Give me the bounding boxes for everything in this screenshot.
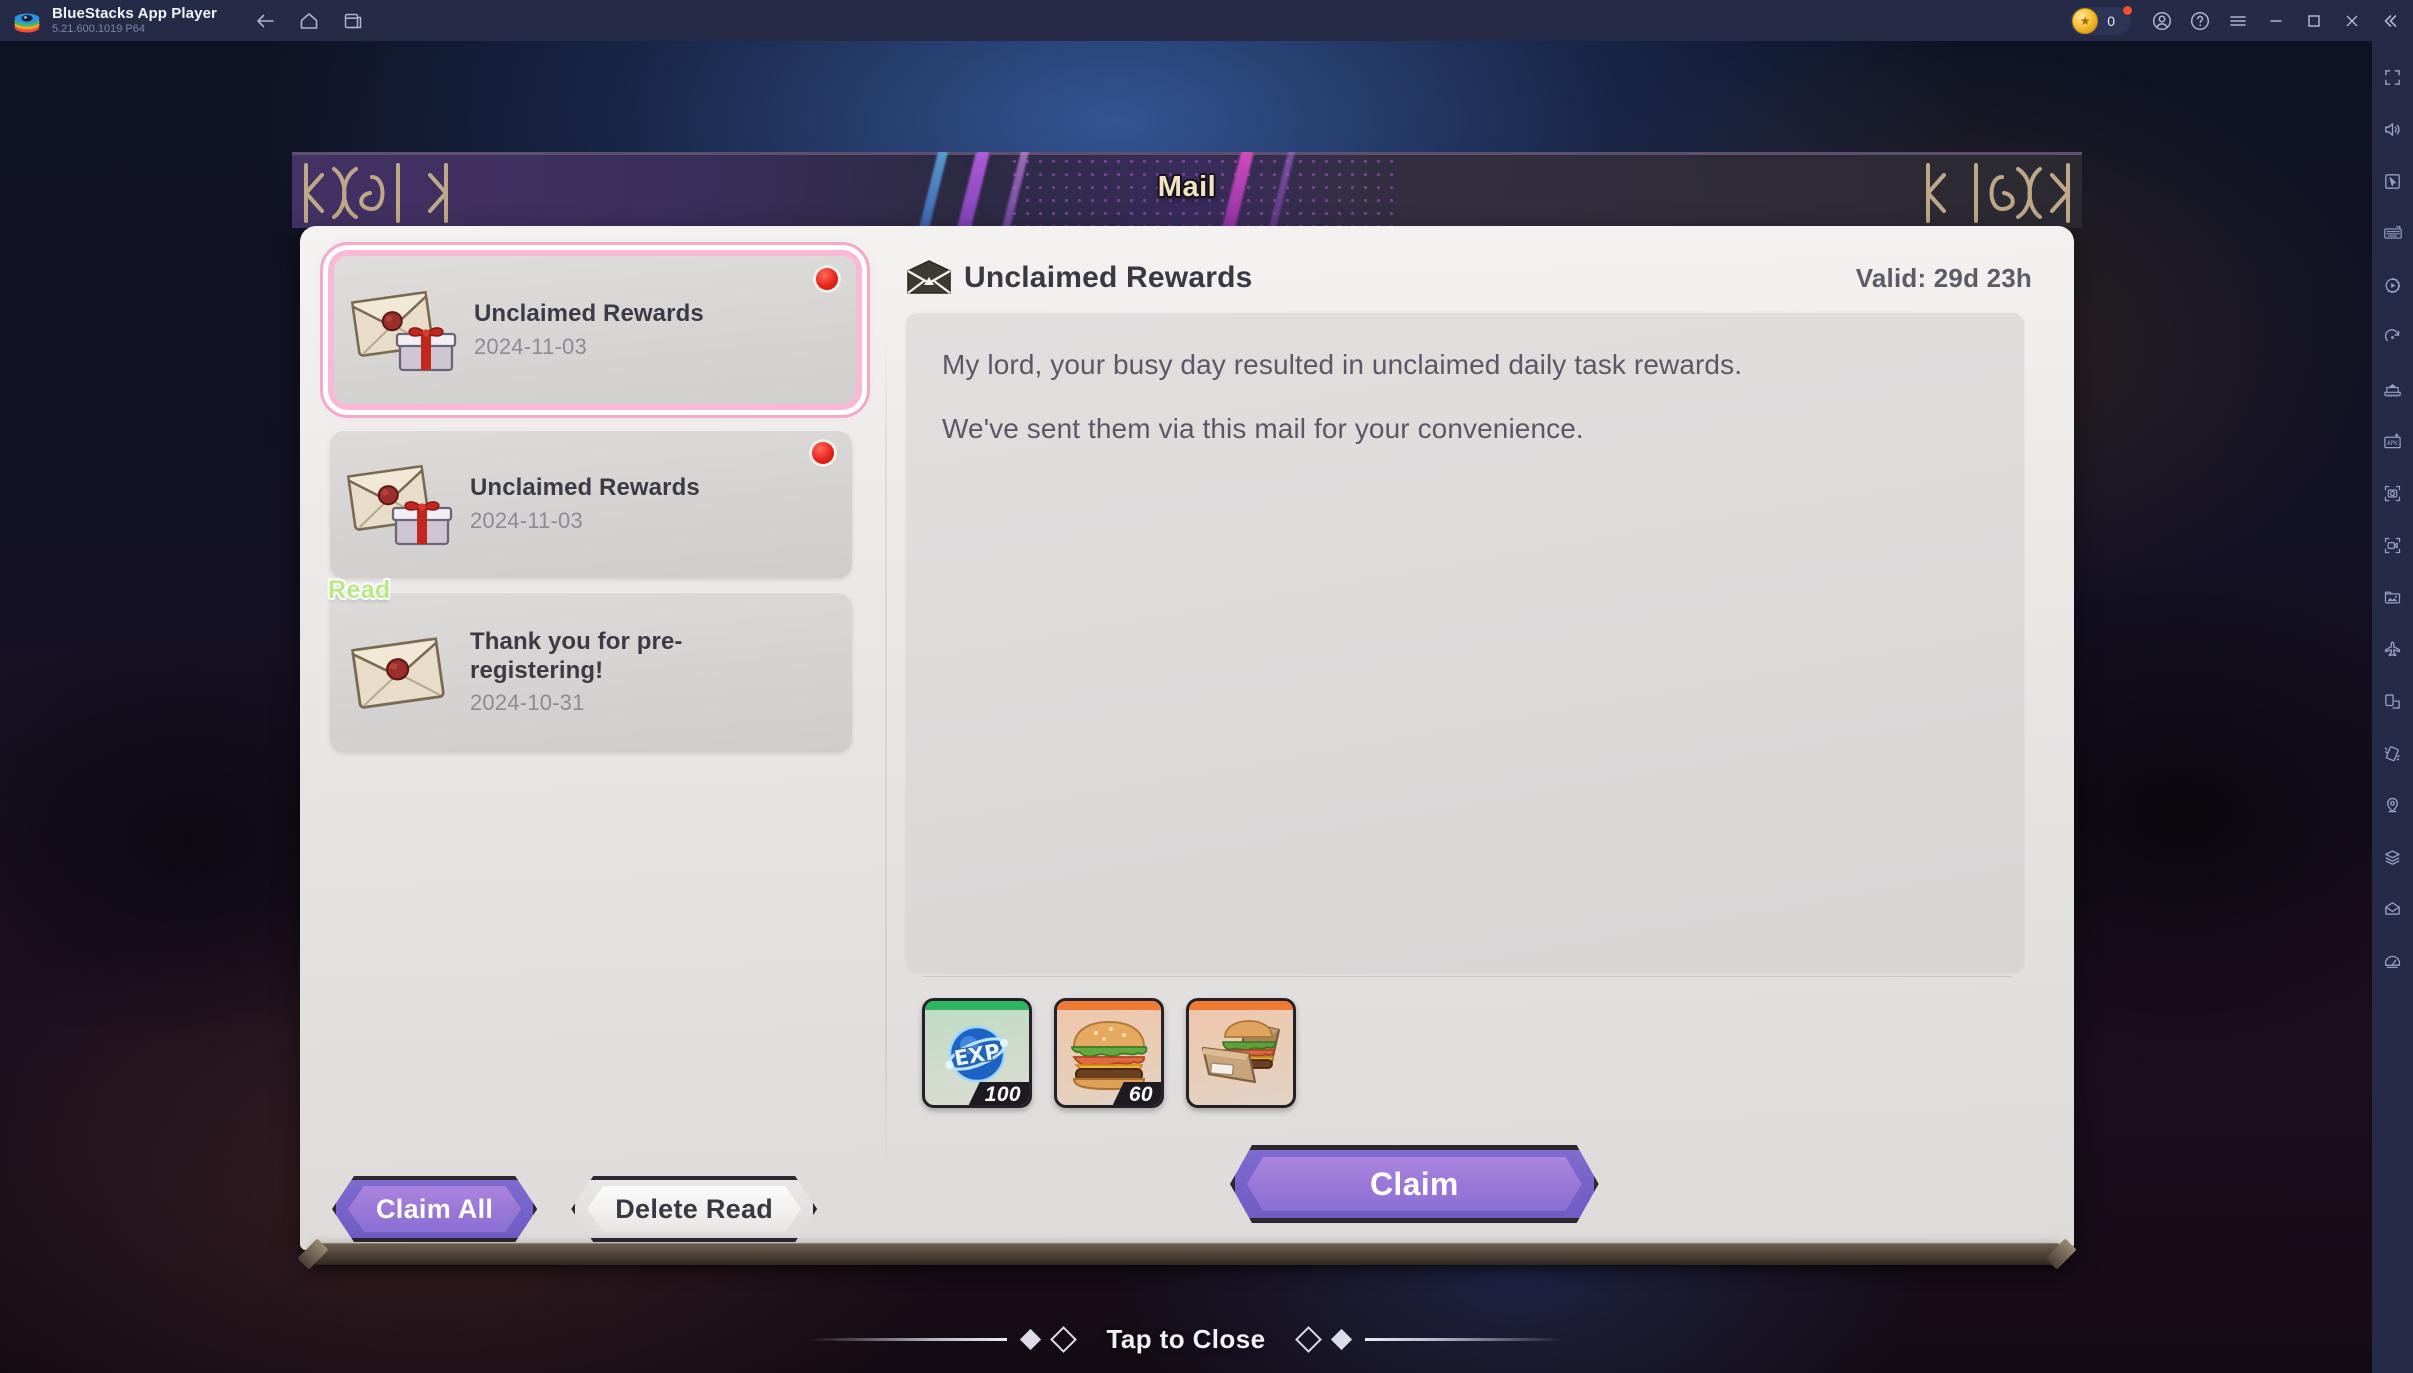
sealed-letter-icon xyxy=(342,618,460,726)
coin-icon: ★ xyxy=(2072,7,2099,34)
claim-button[interactable]: Claim xyxy=(1230,1145,1599,1223)
collapse-sidebar-icon[interactable] xyxy=(2371,0,2409,41)
left-action-buttons: Claim All Delete Read xyxy=(332,1176,817,1242)
screenshot-icon[interactable] xyxy=(2372,467,2413,519)
diamond-icon xyxy=(1019,1328,1041,1350)
mail-body-line: We've sent them via this mail for your c… xyxy=(942,412,1584,444)
eco-mode-icon[interactable] xyxy=(2372,363,2413,415)
titlebar-right-controls: ★ 0 xyxy=(2070,0,2413,41)
close-icon[interactable] xyxy=(2333,0,2371,41)
mail-detail-header: Unclaimed Rewards Valid: 29d 23h xyxy=(900,250,2046,306)
back-button[interactable] xyxy=(247,6,283,36)
dialog-banner: Mail xyxy=(292,152,2082,228)
nav-buttons xyxy=(247,6,371,36)
mail-dialog: Mail Unclaimed Rewards 2024-11-03 Unclai… xyxy=(292,152,2082,1270)
rotate-icon[interactable] xyxy=(2372,311,2413,363)
diamond-icon xyxy=(1331,1328,1353,1350)
app-title-block: BlueStacks App Player 5.21.600.1019 P64 xyxy=(52,6,217,35)
mail-body-text: My lord, your busy day resulted in uncla… xyxy=(906,312,2024,972)
dialog-title: Mail xyxy=(1157,171,1217,203)
dialog-body: Unclaimed Rewards 2024-11-03 Unclaimed R… xyxy=(300,226,2074,1250)
menu-icon[interactable] xyxy=(2219,0,2257,41)
volume-icon[interactable] xyxy=(2372,103,2413,155)
app-version: 5.21.600.1019 P64 xyxy=(52,22,145,35)
mail-item-date: 2024-11-03 xyxy=(474,333,587,359)
record-screen-icon[interactable] xyxy=(2372,519,2413,571)
mail-item-title: Unclaimed Rewards xyxy=(474,300,704,328)
points-value: 0 xyxy=(2107,12,2115,29)
media-manager-icon[interactable] xyxy=(2372,571,2413,623)
reward-slots: EXP 100 60 xyxy=(922,998,1296,1108)
decorative-rule-left xyxy=(808,1337,1007,1341)
delete-read-button[interactable]: Delete Read xyxy=(571,1176,817,1242)
game-viewport: Mail Unclaimed Rewards 2024-11-03 Unclai… xyxy=(0,41,2372,1373)
mail-valid-time: Valid: 29d 23h xyxy=(1855,262,2032,293)
bluestacks-tool-sidebar: APK xyxy=(2372,41,2413,1373)
bluestacks-title-bar: BlueStacks App Player 5.21.600.1019 P64 xyxy=(0,0,2413,41)
delete-read-label: Delete Read xyxy=(615,1193,774,1224)
claim-all-label: Claim All xyxy=(376,1193,494,1224)
account-icon[interactable] xyxy=(2143,0,2181,41)
shake-icon[interactable] xyxy=(2372,727,2413,779)
keyboard-icon[interactable] xyxy=(2372,207,2413,259)
claim-label: Claim xyxy=(1370,1165,1459,1202)
performance-icon[interactable] xyxy=(2372,935,2413,987)
mail-detail-panel: Unclaimed Rewards Valid: 29d 23h My lord… xyxy=(900,250,2046,1250)
mail-item-date: 2024-11-03 xyxy=(470,507,583,533)
maximize-icon[interactable] xyxy=(2295,0,2333,41)
multi-instance-button[interactable] xyxy=(335,6,371,36)
mail-item-date: 2024-10-31 xyxy=(470,689,585,715)
install-apk-icon[interactable]: APK xyxy=(2372,415,2413,467)
envelope-icon xyxy=(906,260,952,296)
minimize-icon[interactable] xyxy=(2257,0,2295,41)
column-divider xyxy=(885,326,887,1176)
tap-to-close-label: Tap to Close xyxy=(1106,1323,1266,1354)
mail-icon[interactable] xyxy=(2372,883,2413,935)
airplane-icon[interactable] xyxy=(2372,623,2413,675)
mail-list-item[interactable]: Read Thank you for pre-registering! 2024… xyxy=(328,576,852,752)
mail-item-text: Thank you for pre-registering! 2024-10-3… xyxy=(470,628,800,716)
read-status-badge: Read xyxy=(328,576,391,604)
reward-slot[interactable]: 60 xyxy=(1054,998,1164,1108)
reward-slot[interactable]: EXP 100 xyxy=(922,998,1032,1108)
unread-dot-icon xyxy=(816,268,838,290)
location-icon[interactable] xyxy=(2372,779,2413,831)
mail-list-item[interactable]: Unclaimed Rewards 2024-11-03 xyxy=(330,430,852,578)
mail-detail-title: Unclaimed Rewards xyxy=(964,261,1253,294)
burger-box-icon xyxy=(1189,1001,1293,1105)
cursor-controls-icon[interactable] xyxy=(2372,155,2413,207)
tap-to-close-area[interactable]: Tap to Close xyxy=(0,1311,2372,1367)
mail-list-item[interactable]: Unclaimed Rewards 2024-11-03 xyxy=(334,256,856,404)
claim-button-wrap: Claim xyxy=(1230,1145,1599,1223)
multi-window-icon[interactable] xyxy=(2372,675,2413,727)
mail-item-title: Unclaimed Rewards xyxy=(470,474,700,502)
mail-item-title: Thank you for pre-registering! xyxy=(470,628,683,684)
dialog-base-bar xyxy=(314,1243,2060,1265)
macro-record-icon[interactable] xyxy=(2372,259,2413,311)
claim-all-button[interactable]: Claim All xyxy=(332,1176,537,1242)
diamond-outline-icon xyxy=(1295,1325,1323,1353)
help-icon[interactable] xyxy=(2181,0,2219,41)
bluestacks-logo-icon xyxy=(12,6,42,36)
unread-dot-icon xyxy=(812,442,834,464)
letter-with-gift-icon xyxy=(342,450,460,558)
letter-with-gift-icon xyxy=(346,276,464,384)
home-button[interactable] xyxy=(291,6,327,36)
layers-icon[interactable] xyxy=(2372,831,2413,883)
points-badge-dot xyxy=(2122,4,2133,16)
svg-text:APK: APK xyxy=(2387,440,2398,446)
fullscreen-icon[interactable] xyxy=(2372,51,2413,103)
mail-item-text: Unclaimed Rewards 2024-11-03 xyxy=(474,300,704,359)
rewards-separator xyxy=(922,976,2012,977)
app-name: BlueStacks App Player xyxy=(52,4,217,22)
reward-slot[interactable] xyxy=(1186,998,1296,1108)
mail-item-text: Unclaimed Rewards 2024-11-03 xyxy=(470,474,700,533)
decorative-rule-right xyxy=(1365,1337,1564,1341)
points-pill[interactable]: ★ 0 xyxy=(2070,4,2133,35)
mail-body-line: My lord, your busy day resulted in uncla… xyxy=(942,349,1743,380)
screen-root: BlueStacks App Player 5.21.600.1019 P64 xyxy=(0,0,2413,1373)
diamond-outline-icon xyxy=(1049,1325,1077,1353)
mail-list: Unclaimed Rewards 2024-11-03 Unclaimed R… xyxy=(328,250,870,1140)
